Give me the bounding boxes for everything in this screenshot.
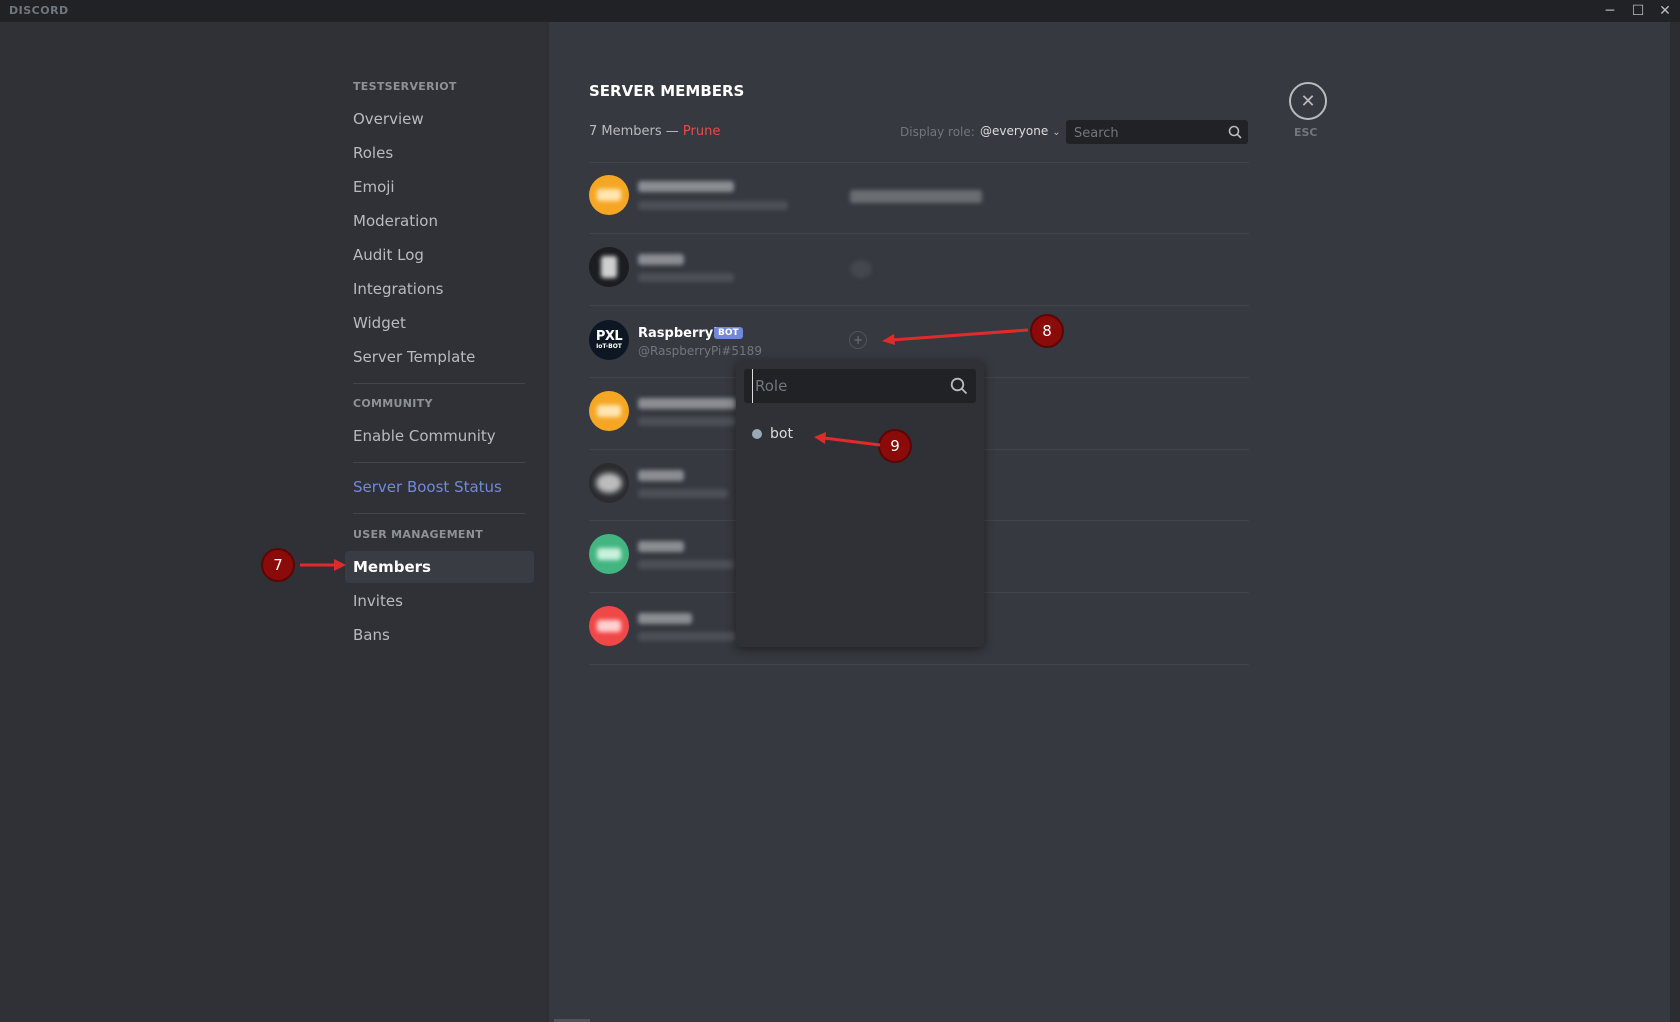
annotation-arrow-8 — [882, 328, 1029, 345]
search-icon — [950, 377, 968, 399]
row-divider — [589, 305, 1249, 306]
user-management-header: USER MANAGEMENT — [353, 528, 484, 541]
app-name: DISCORD — [9, 4, 69, 17]
sidebar-divider — [353, 462, 525, 463]
close-window-icon[interactable]: ✕ — [1654, 1, 1676, 21]
sidebar-item-emoji[interactable]: Emoji — [345, 171, 534, 203]
member-avatar — [589, 175, 629, 215]
sidebar-item-server-boost-status[interactable]: Server Boost Status — [345, 471, 534, 503]
role-select-popout: bot — [736, 361, 984, 647]
server-name-header: TESTSERVERIOT — [353, 80, 457, 93]
row-divider — [589, 233, 1249, 234]
annotation-arrow-7 — [300, 559, 346, 571]
avatar-logo-text: PXL — [595, 329, 623, 344]
member-handle: @RaspberryPi#5189 — [638, 344, 762, 358]
page-title: SERVER MEMBERS — [589, 82, 745, 100]
role-option-label: bot — [770, 426, 793, 442]
sidebar-item-bans[interactable]: Bans — [345, 619, 534, 651]
member-avatar — [589, 606, 629, 646]
role-search-input[interactable] — [752, 369, 946, 403]
sidebar-divider — [353, 513, 525, 514]
sidebar-item-overview[interactable]: Overview — [345, 103, 534, 135]
sidebar-item-integrations[interactable]: Integrations — [345, 273, 534, 305]
settings-content — [549, 22, 1670, 1022]
blurred-add-role — [850, 260, 872, 278]
add-role-button[interactable]: + — [849, 331, 867, 349]
blurred-member-name — [638, 470, 684, 481]
row-divider — [589, 664, 1249, 665]
row-divider — [589, 162, 1249, 163]
role-search-box[interactable] — [744, 369, 976, 403]
blurred-member-name — [638, 398, 736, 409]
members-count: 7 Members — Prune — [589, 124, 720, 139]
display-role-select[interactable]: @everyone ⌄ — [980, 124, 1061, 138]
annotation-marker-7: 7 — [263, 550, 293, 580]
esc-label: ESC — [1294, 126, 1318, 139]
search-icon — [1228, 124, 1242, 143]
sidebar-item-moderation[interactable]: Moderation — [345, 205, 534, 237]
scrollbar-track[interactable] — [1670, 22, 1680, 1022]
sidebar-item-widget[interactable]: Widget — [345, 307, 534, 339]
avatar-logo-subtext: IoT-BOT — [596, 343, 622, 350]
annotation-marker-9: 9 — [880, 431, 910, 461]
plus-icon: + — [852, 333, 864, 347]
sidebar-item-roles[interactable]: Roles — [345, 137, 534, 169]
annotation-arrow-9 — [814, 432, 881, 447]
blurred-member-handle — [638, 489, 728, 498]
role-color-dot — [752, 429, 762, 439]
sidebar-item-invites[interactable]: Invites — [345, 585, 534, 617]
member-avatar: PXL IoT-BOT — [589, 320, 629, 360]
sidebar-item-server-template[interactable]: Server Template — [345, 341, 534, 373]
minimize-icon[interactable]: ─ — [1599, 1, 1621, 21]
member-avatar — [589, 247, 629, 287]
maximize-icon[interactable]: ☐ — [1627, 1, 1649, 21]
member-search-box[interactable] — [1066, 120, 1248, 146]
chevron-down-icon: ⌄ — [1052, 127, 1061, 138]
member-search-input[interactable] — [1072, 120, 1226, 146]
blurred-member-handle — [638, 273, 734, 282]
blurred-role-tag — [850, 190, 982, 203]
sidebar-item-enable-community[interactable]: Enable Community — [345, 420, 534, 452]
blurred-member-name — [638, 613, 692, 624]
blurred-member-handle — [638, 560, 734, 569]
close-settings-button[interactable]: ✕ — [1289, 82, 1327, 120]
community-header: COMMUNITY — [353, 397, 433, 410]
sidebar-divider — [353, 383, 525, 384]
annotation-marker-8: 8 — [1032, 316, 1062, 346]
member-avatar — [589, 391, 629, 431]
bot-badge: BOT — [714, 327, 743, 339]
blurred-member-handle — [638, 632, 736, 641]
close-icon: ✕ — [1300, 90, 1316, 112]
prune-link[interactable]: Prune — [683, 124, 720, 139]
blurred-member-handle — [638, 201, 788, 210]
members-count-text: 7 Members — — [589, 124, 679, 139]
blurred-member-handle — [638, 417, 736, 426]
blurred-member-name — [638, 541, 684, 552]
member-avatar — [589, 534, 629, 574]
blurred-member-name — [638, 254, 684, 265]
title-bar: DISCORD ─ ☐ ✕ — [0, 0, 1680, 22]
member-avatar — [589, 463, 629, 503]
sidebar-item-members[interactable]: Members — [345, 551, 534, 583]
sidebar-item-audit-log[interactable]: Audit Log — [345, 239, 534, 271]
display-role-value: @everyone — [980, 124, 1049, 138]
blurred-member-name — [638, 181, 734, 192]
display-role-label: Display role: — [900, 125, 975, 139]
